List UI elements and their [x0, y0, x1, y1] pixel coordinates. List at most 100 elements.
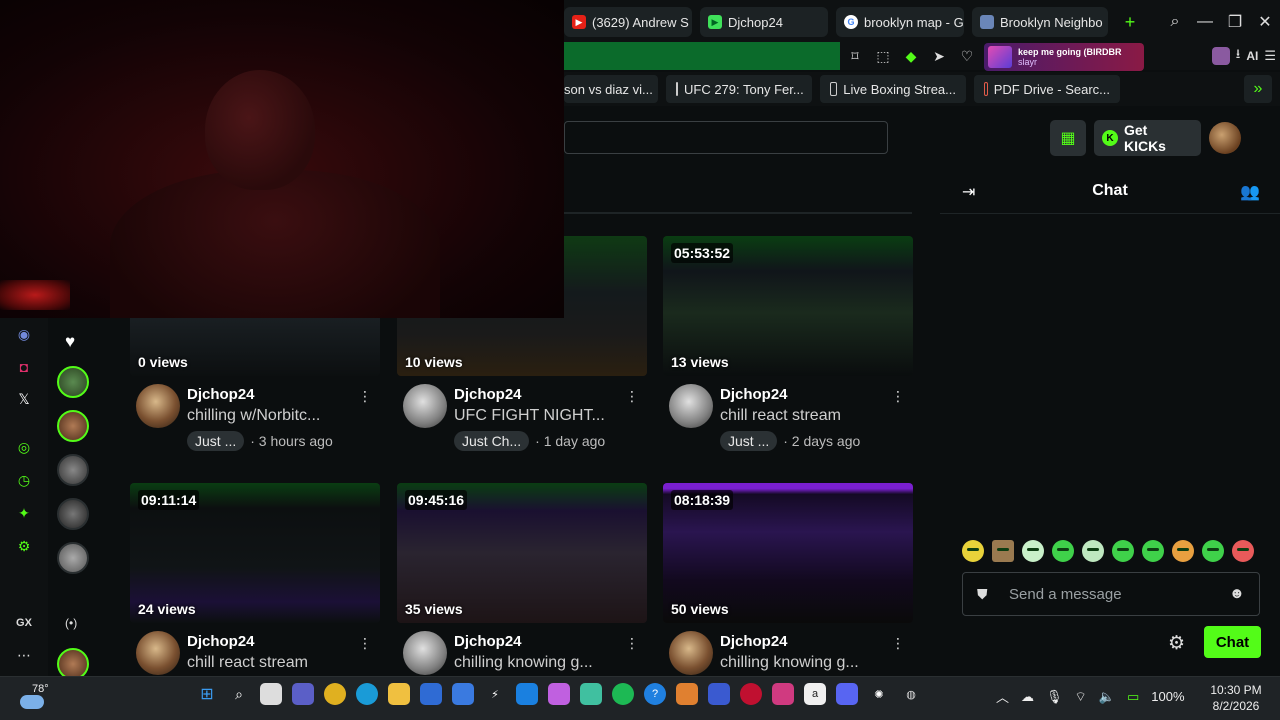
video-title[interactable]: chill react stream — [720, 407, 841, 425]
discord-icon[interactable] — [836, 683, 858, 705]
channel-avatar[interactable] — [669, 631, 713, 675]
spotify-icon[interactable] — [612, 683, 634, 705]
instagram-icon[interactable]: ◘ — [12, 355, 36, 379]
channel-name[interactable]: Djchop24 — [187, 633, 255, 650]
heart-icon[interactable]: ♡ — [956, 48, 978, 65]
users-icon[interactable]: 👥 — [1240, 182, 1260, 202]
emote-icon[interactable] — [1112, 540, 1134, 562]
more-options-icon[interactable]: ⋮ — [891, 635, 905, 652]
emote-icon[interactable] — [1232, 540, 1254, 562]
category-tag[interactable]: Just Ch... — [454, 431, 530, 451]
gx-icon[interactable]: GX — [12, 611, 36, 635]
heart-icon[interactable]: ♥ — [65, 332, 75, 352]
edge-icon[interactable] — [356, 683, 378, 705]
more-options-icon[interactable]: ⋮ — [358, 388, 372, 405]
tab-google[interactable]: G brooklyn map - G — [836, 7, 964, 37]
emote-icon[interactable] — [1142, 540, 1164, 562]
more-options-icon[interactable]: ⋮ — [891, 388, 905, 405]
snapshot-icon[interactable]: ⬚ — [872, 48, 894, 65]
settings-icon[interactable]: ⚙ — [1168, 632, 1185, 655]
bolt-icon[interactable]: ⚡ — [484, 683, 506, 705]
chrome-icon[interactable] — [324, 683, 346, 705]
bookmark-item[interactable]: Live Boxing Strea... — [820, 75, 966, 103]
video-title[interactable]: chill react stream — [187, 654, 308, 672]
rewards-icon[interactable]: ▦ — [1050, 120, 1086, 156]
search-tabs-icon[interactable]: ⌕ — [1160, 13, 1190, 31]
video-card[interactable]: 09:11:14 24 views Djchop24 chill react s… — [130, 483, 380, 703]
video-title[interactable]: chilling knowing g... — [720, 654, 859, 672]
video-thumbnail[interactable]: 08:18:39 50 views — [663, 483, 913, 623]
channel-avatar[interactable] — [669, 384, 713, 428]
followed-avatar[interactable] — [57, 454, 89, 486]
bookmark-icon[interactable]: ⌑ — [844, 48, 866, 65]
emote-icon[interactable] — [1172, 540, 1194, 562]
video-card[interactable]: 09:45:16 35 views Djchop24 chilling know… — [397, 483, 647, 703]
microphone-icon[interactable]: 🎙 — [1046, 689, 1063, 705]
channel-name[interactable]: Djchop24 — [720, 386, 788, 403]
more-options-icon[interactable]: ⋮ — [625, 635, 639, 652]
teams-icon[interactable] — [292, 683, 314, 705]
channel-avatar[interactable] — [136, 384, 180, 428]
weather-widget[interactable]: 78° — [18, 681, 58, 717]
tab-kick[interactable]: ▶ Djchop24 — [700, 7, 828, 37]
app-icon[interactable]: ◍ — [900, 683, 922, 705]
category-tag[interactable]: Just ... — [187, 431, 245, 451]
emote-icon[interactable] — [1202, 540, 1224, 562]
discord-icon[interactable]: ◉ — [12, 322, 36, 346]
bookmark-item[interactable]: PDF Drive - Searc... — [974, 75, 1120, 103]
address-field[interactable] — [564, 42, 840, 70]
profile-icon[interactable] — [1211, 47, 1230, 65]
channel-avatar[interactable] — [403, 631, 447, 675]
emote-icon[interactable] — [992, 540, 1014, 562]
shield-icon[interactable]: ◆ — [900, 48, 922, 65]
channel-name[interactable]: Djchop24 — [454, 633, 522, 650]
ai-button[interactable]: AI — [1246, 49, 1258, 63]
copilot-icon[interactable] — [548, 683, 570, 705]
photos-icon[interactable] — [708, 683, 730, 705]
emote-icon[interactable] — [962, 540, 984, 562]
amazon-icon[interactable]: a — [804, 683, 826, 705]
volume-icon[interactable]: 🔈 — [1099, 689, 1115, 705]
tab-brooklyn[interactable]: Brooklyn Neighbo — [972, 7, 1108, 37]
file-explorer-icon[interactable] — [388, 683, 410, 705]
get-kicks-button[interactable]: K Get KICKs — [1094, 120, 1201, 156]
video-thumbnail[interactable]: 05:53:52 13 views — [663, 236, 913, 376]
video-thumbnail[interactable]: 09:11:14 24 views — [130, 483, 380, 623]
battery-icon[interactable]: ▭ — [1127, 689, 1139, 705]
emote-icon[interactable] — [1052, 540, 1074, 562]
download-icon[interactable]: ⭳ — [1236, 45, 1241, 67]
bookmark-item[interactable]: UFC 279: Tony Fer... — [666, 75, 812, 103]
new-tab-button[interactable]: + — [1116, 8, 1144, 36]
m365-icon[interactable] — [580, 683, 602, 705]
kick-icon[interactable]: ◎ — [12, 435, 36, 459]
wifi-icon[interactable]: ⌔ — [1075, 689, 1087, 705]
category-tag[interactable]: Just ... — [720, 431, 778, 451]
channel-name[interactable]: Djchop24 — [187, 386, 255, 403]
store-icon[interactable] — [420, 683, 442, 705]
chevron-up-icon[interactable]: ︿ — [996, 687, 1009, 706]
more-icon[interactable]: ⋯ — [12, 643, 36, 667]
chat-message-input[interactable]: ⛊ Send a message ☻ — [962, 572, 1260, 616]
more-options-icon[interactable]: ⋮ — [625, 388, 639, 405]
send-chat-button[interactable]: Chat — [1204, 626, 1261, 658]
chatgpt-icon[interactable]: ✺ — [868, 683, 890, 705]
channel-avatar[interactable] — [403, 384, 447, 428]
live-icon[interactable]: (•) — [65, 616, 77, 630]
channel-avatar[interactable] — [136, 631, 180, 675]
maximize-icon[interactable]: ❐ — [1220, 12, 1250, 32]
opera-gx-icon[interactable] — [740, 683, 762, 705]
music-player[interactable]: keep me going (BIRDBR slayr — [984, 43, 1144, 71]
instagram-icon[interactable] — [772, 683, 794, 705]
emoji-icon[interactable]: ☻ — [1229, 585, 1245, 602]
history-icon[interactable]: ◷ — [12, 468, 36, 492]
network-status-icon[interactable]: ☁ — [1021, 689, 1034, 705]
video-thumbnail[interactable]: 09:45:16 35 views — [397, 483, 647, 623]
help-icon[interactable]: ? — [644, 683, 666, 705]
followed-avatar[interactable] — [57, 542, 89, 574]
dropbox-icon[interactable] — [516, 683, 538, 705]
tab-youtube[interactable]: ▶ (3629) Andrew S — [564, 7, 692, 37]
video-title[interactable]: chilling w/Norbitc... — [187, 407, 320, 425]
more-options-icon[interactable]: ⋮ — [358, 635, 372, 652]
emote-icon[interactable] — [1082, 540, 1104, 562]
send-icon[interactable]: ➤ — [928, 48, 950, 65]
